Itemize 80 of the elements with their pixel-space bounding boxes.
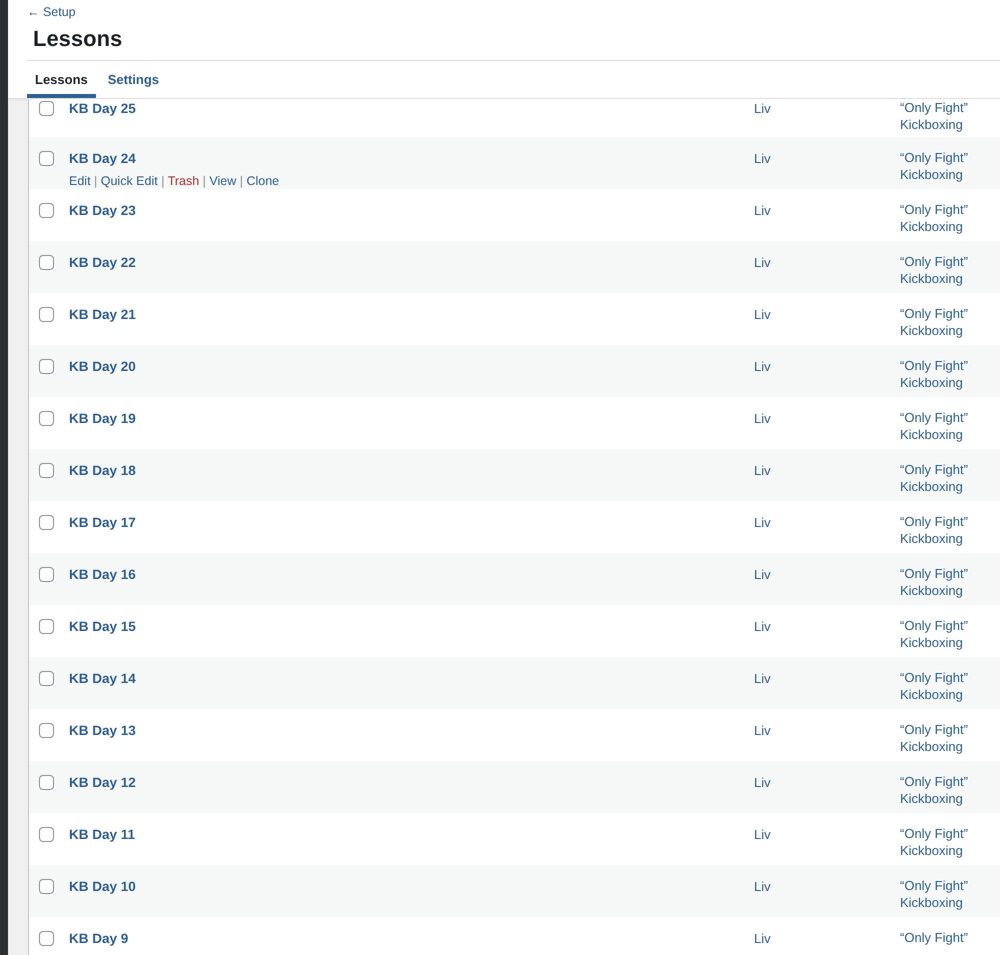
row-checkbox[interactable]: [39, 930, 54, 946]
author-link[interactable]: Liv: [754, 876, 900, 917]
separator: |: [202, 174, 207, 188]
trash-link[interactable]: Trash: [168, 174, 200, 188]
author-link[interactable]: Liv: [754, 356, 900, 397]
row-checkbox[interactable]: [39, 514, 54, 530]
row-checkbox[interactable]: [39, 618, 54, 634]
row-action-link[interactable]: Quick Edit: [100, 174, 158, 188]
row-checkbox[interactable]: [39, 202, 54, 218]
category-link[interactable]: “Only Fight” Kickboxing: [900, 408, 1000, 449]
lesson-title-link[interactable]: KB Day 9: [69, 930, 128, 946]
row-checkbox[interactable]: [39, 100, 54, 116]
author-link[interactable]: Liv: [754, 98, 900, 137]
lesson-title-link[interactable]: KB Day 25: [69, 100, 136, 116]
row-checkbox[interactable]: [39, 150, 54, 166]
row-checkbox[interactable]: [39, 670, 54, 686]
author-link[interactable]: Liv: [754, 252, 900, 293]
author-link[interactable]: Liv: [754, 772, 900, 813]
category-link[interactable]: “Only Fight” Kickboxing: [900, 876, 1000, 917]
lesson-title-link[interactable]: KB Day 20: [69, 358, 136, 374]
lesson-title-link[interactable]: KB Day 13: [69, 722, 136, 738]
lesson-title-link[interactable]: KB Day 18: [69, 462, 136, 478]
lesson-title-link[interactable]: KB Day 22: [69, 254, 136, 270]
lesson-title-link[interactable]: KB Day 24: [69, 150, 136, 166]
row-checkbox[interactable]: [39, 826, 54, 842]
author-link[interactable]: Liv: [754, 668, 900, 709]
category-link[interactable]: “Only Fight” Kickboxing: [900, 512, 1000, 553]
category-link[interactable]: “Only Fight”: [900, 928, 1000, 955]
lesson-title-link[interactable]: KB Day 16: [69, 566, 136, 582]
category-link[interactable]: “Only Fight” Kickboxing: [900, 356, 1000, 397]
tab[interactable]: Settings: [100, 70, 168, 98]
row-checkbox[interactable]: [39, 358, 54, 374]
author-link[interactable]: Liv: [754, 928, 900, 955]
row-checkbox[interactable]: [39, 410, 54, 426]
category-link[interactable]: “Only Fight” Kickboxing: [900, 304, 1000, 345]
separator: |: [238, 174, 244, 188]
author-link[interactable]: Liv: [754, 720, 900, 761]
row-checkbox[interactable]: [39, 878, 54, 894]
back-link[interactable]: ← Setup: [27, 5, 76, 19]
category-link[interactable]: “Only Fight” Kickboxing: [900, 200, 1000, 241]
row-checkbox[interactable]: [39, 462, 54, 478]
row-checkbox[interactable]: [39, 774, 54, 790]
row-action-link[interactable]: Edit: [69, 174, 91, 188]
lesson-title-link[interactable]: KB Day 14: [69, 670, 136, 686]
category-link[interactable]: “Only Fight” Kickboxing: [900, 460, 1000, 501]
lesson-title-link[interactable]: KB Day 15: [69, 618, 136, 634]
lesson-title-link[interactable]: KB Day 10: [69, 878, 136, 894]
separator: |: [93, 174, 98, 188]
author-link[interactable]: Liv: [754, 512, 900, 553]
lesson-title-link[interactable]: KB Day 12: [69, 774, 136, 790]
author-link[interactable]: Liv: [754, 148, 900, 189]
category-link[interactable]: “Only Fight” Kickboxing: [900, 668, 1000, 709]
author-link[interactable]: Liv: [754, 460, 900, 501]
category-link[interactable]: “Only Fight” Kickboxing: [900, 252, 1000, 293]
lesson-title-link[interactable]: KB Day 21: [69, 306, 136, 322]
lesson-title-link[interactable]: KB Day 23: [69, 202, 136, 218]
author-link[interactable]: Liv: [754, 616, 900, 657]
row-action-link[interactable]: Clone: [246, 174, 280, 188]
lesson-title-link[interactable]: KB Day 11: [69, 826, 136, 842]
separator: |: [160, 174, 166, 188]
category-link[interactable]: “Only Fight” Kickboxing: [900, 720, 1000, 761]
category-link[interactable]: “Only Fight” Kickboxing: [900, 148, 1000, 189]
page-title: Lessons: [33, 26, 124, 52]
row-checkbox[interactable]: [39, 254, 54, 270]
category-link[interactable]: “Only Fight” Kickboxing: [900, 564, 1000, 605]
author-link[interactable]: Liv: [754, 408, 900, 449]
category-link[interactable]: “Only Fight” Kickboxing: [900, 772, 1000, 813]
lesson-title-link[interactable]: KB Day 19: [69, 410, 136, 426]
row-checkbox[interactable]: [39, 306, 54, 322]
lesson-title-link[interactable]: KB Day 17: [69, 514, 136, 530]
author-link[interactable]: Liv: [754, 304, 900, 345]
category-link[interactable]: “Only Fight” Kickboxing: [900, 824, 1000, 865]
author-link[interactable]: Liv: [754, 200, 900, 241]
row-action-link[interactable]: View: [209, 174, 236, 188]
row-checkbox[interactable]: [39, 722, 54, 738]
category-link[interactable]: “Only Fight” Kickboxing: [900, 616, 1000, 657]
author-link[interactable]: Liv: [754, 824, 900, 865]
row-checkbox[interactable]: [39, 566, 54, 582]
author-link[interactable]: Liv: [754, 564, 900, 605]
category-link[interactable]: “Only Fight” Kickboxing: [900, 98, 1000, 137]
